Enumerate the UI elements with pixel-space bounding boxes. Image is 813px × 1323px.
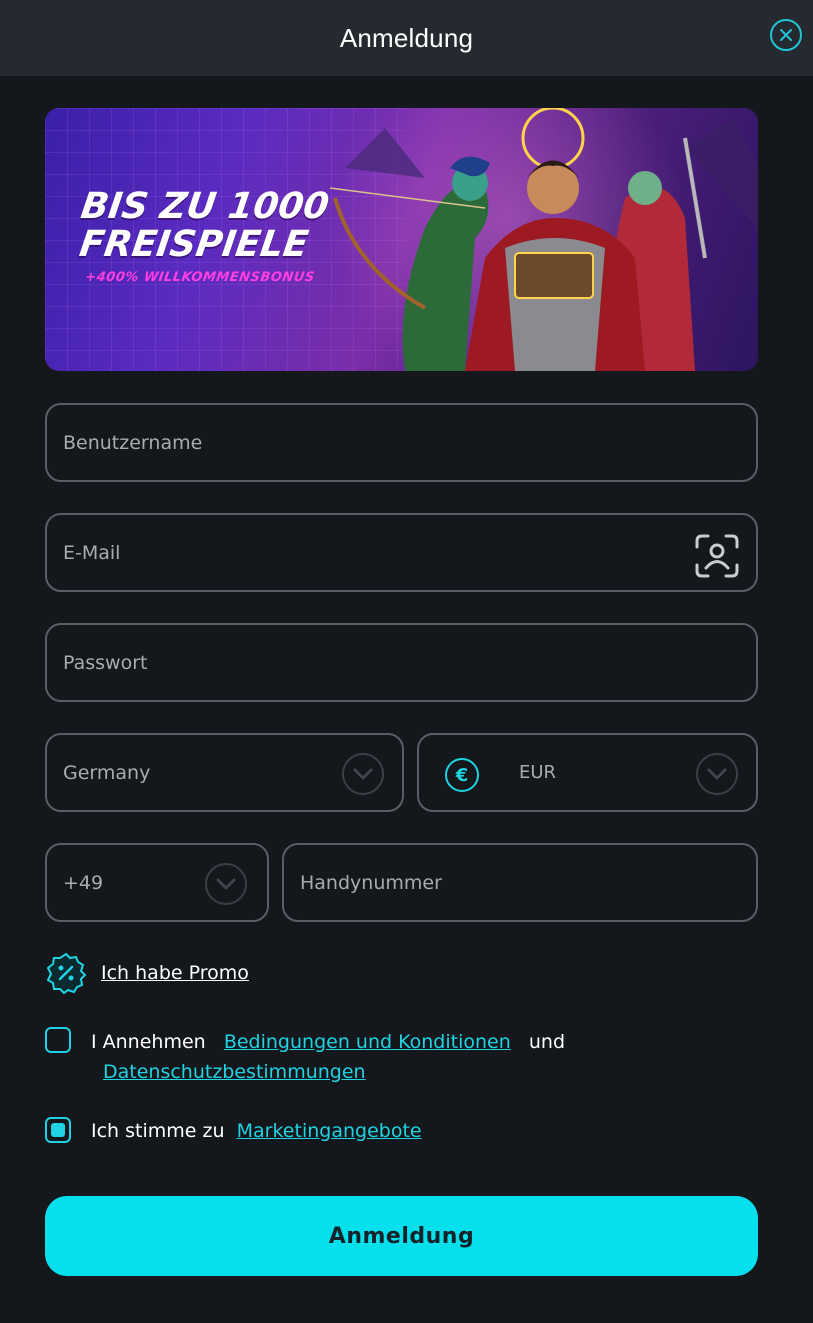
promo-banner: BIS ZU 1000 FREISPIELE +400% WILLKOMMENS…: [45, 108, 758, 371]
marketing-row: Ich stimme zu Marketingangebote: [45, 1117, 422, 1145]
terms-row: I Annehmen Bedingungen und Konditionen u…: [45, 1027, 758, 1087]
terms-conditions-link[interactable]: Bedingungen und Konditionen: [224, 1031, 511, 1053]
banner-line-2: FREISPIELE: [76, 224, 311, 265]
currency-select[interactable]: € EUR: [417, 733, 758, 812]
banner-subtitle: +400% WILLKOMMENSBONUS: [84, 270, 316, 285]
phone-code-dropdown-toggle[interactable]: [205, 863, 247, 905]
terms-prefix: I Annehmen: [91, 1031, 206, 1053]
currency-dropdown-toggle[interactable]: [696, 753, 738, 795]
chevron-down-icon: [216, 878, 236, 890]
terms-checkbox[interactable]: [45, 1027, 71, 1053]
phone-code-select[interactable]: +49: [45, 843, 269, 922]
currency-value: EUR: [519, 762, 557, 783]
modal-header: Anmeldung: [0, 0, 813, 76]
terms-text: I Annehmen Bedingungen und Konditionen u…: [91, 1027, 751, 1087]
close-icon: [780, 29, 792, 41]
chevron-down-icon: [707, 768, 727, 780]
phone-code-value: +49: [63, 871, 104, 894]
face-scan-icon[interactable]: [694, 533, 740, 579]
country-select[interactable]: Germany: [45, 733, 404, 812]
close-button[interactable]: [770, 19, 802, 51]
euro-icon: €: [445, 758, 479, 792]
marketing-text: Ich stimme zu Marketingangebote: [91, 1117, 422, 1145]
promo-toggle[interactable]: Ich habe Promo: [45, 952, 249, 994]
email-field[interactable]: [45, 513, 758, 592]
phone-number-input[interactable]: [300, 845, 756, 920]
username-field[interactable]: [45, 403, 758, 482]
register-submit-button[interactable]: Anmeldung: [45, 1196, 758, 1276]
marketing-checkbox[interactable]: [45, 1117, 71, 1143]
password-input[interactable]: [63, 625, 756, 700]
country-value: Germany: [63, 761, 151, 784]
modal-title: Anmeldung: [339, 22, 474, 53]
promo-label[interactable]: Ich habe Promo: [101, 962, 249, 984]
marketing-prefix: Ich stimme zu: [91, 1120, 225, 1142]
email-input[interactable]: [63, 515, 683, 590]
banner-line-1: BIS ZU 1000: [78, 186, 332, 227]
country-dropdown-toggle[interactable]: [342, 753, 384, 795]
banner-headline: BIS ZU 1000 FREISPIELE +400% WILLKOMMENS…: [70, 186, 332, 285]
marketing-offers-link[interactable]: Marketingangebote: [237, 1120, 422, 1142]
phone-number-field[interactable]: [282, 843, 758, 922]
password-field[interactable]: [45, 623, 758, 702]
privacy-policy-link[interactable]: Datenschutzbestimmungen: [103, 1061, 366, 1083]
chevron-down-icon: [353, 768, 373, 780]
marketing-checkbox-check: [51, 1123, 65, 1137]
username-input[interactable]: [63, 405, 756, 480]
terms-middle: und: [528, 1031, 566, 1053]
promo-percent-icon: [46, 952, 87, 994]
